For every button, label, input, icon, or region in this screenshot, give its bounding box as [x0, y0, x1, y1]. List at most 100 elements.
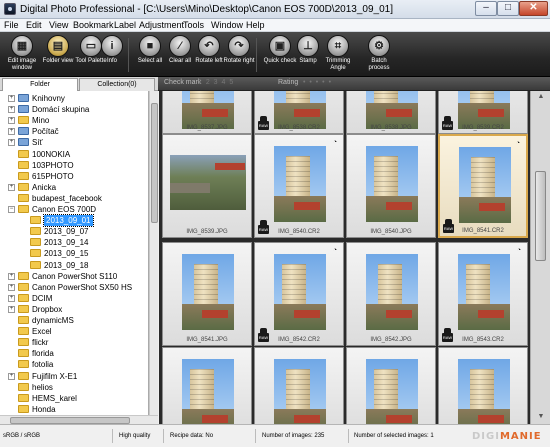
tree-item[interactable]: + Dropbox: [0, 304, 148, 315]
tree-item-label: DCIM: [32, 293, 53, 303]
clear-all-icon: ⁄: [169, 35, 191, 57]
expand-icon[interactable]: +: [8, 95, 15, 102]
tree-item[interactable]: Excel: [0, 326, 148, 337]
tree-item[interactable]: + Knihovny: [0, 93, 148, 104]
tree-item[interactable]: 2013_09_18: [0, 260, 148, 271]
folder-icon: [18, 316, 29, 324]
rotate-right-button[interactable]: ↷ Rotate right: [221, 35, 257, 77]
tree-item[interactable]: HEMS_karel: [0, 393, 148, 404]
expand-icon[interactable]: +: [8, 128, 15, 136]
thumbnail-cell[interactable]: RAW ◔ IMG_8541.CR2: [438, 134, 528, 238]
expand-icon[interactable]: +: [8, 294, 15, 302]
tree-item[interactable]: + Síť: [0, 137, 148, 148]
tree-item[interactable]: + Canon PowerShot S110: [0, 271, 148, 282]
tab-collection[interactable]: Collection(0): [79, 78, 155, 91]
thumbnail-cell[interactable]: [438, 347, 528, 424]
thumbnail-cell[interactable]: RAW ◔ IMG_8543.CR2: [438, 242, 528, 346]
tree-item[interactable]: 100NOKIA: [0, 149, 148, 160]
edit-status-icon: ◔: [515, 140, 521, 147]
expand-icon[interactable]: +: [8, 283, 15, 291]
expand-icon[interactable]: +: [8, 372, 15, 380]
tree-item[interactable]: + Domácí skupina: [0, 104, 148, 115]
info-button[interactable]: i Info: [94, 35, 130, 77]
tree-item[interactable]: florida: [0, 348, 148, 359]
batch-process-button[interactable]: ⚙ Batch process: [361, 35, 397, 77]
thumbnail-filename: IMG_8538.JPG: [370, 125, 412, 131]
tree-item[interactable]: + Anicka: [0, 182, 148, 193]
thumbnail-cell[interactable]: IMG_8542.JPG: [346, 242, 436, 346]
tree-item[interactable]: Honda: [0, 404, 148, 415]
menu-window[interactable]: Window: [211, 20, 243, 31]
tree-item[interactable]: − Canon EOS 700D: [0, 204, 148, 215]
thumbnail-cell[interactable]: RAW ◔ IMG_8542.CR2: [254, 242, 344, 346]
thumbnail-cell[interactable]: IMG_8541.JPG: [162, 242, 252, 346]
thumbnail-cell[interactable]: IMG_8537.JPG: [162, 91, 252, 134]
tree-item[interactable]: dynamicMS: [0, 315, 148, 326]
expand-icon[interactable]: +: [8, 117, 15, 125]
grid-scrollbar[interactable]: ▲ ▼: [530, 91, 550, 424]
scroll-thumb[interactable]: [10, 417, 130, 424]
maximize-button[interactable]: □: [497, 1, 519, 16]
tree-item[interactable]: + Mino: [0, 115, 148, 126]
tree-item[interactable]: budapest_facebook: [0, 193, 148, 204]
tree-item[interactable]: fotolia: [0, 359, 148, 370]
menu-label[interactable]: Label: [114, 20, 136, 31]
tree-item[interactable]: 615PHOTO: [0, 171, 148, 182]
collapse-icon[interactable]: −: [8, 206, 15, 213]
tree-item[interactable]: + DCIM: [0, 293, 148, 304]
tree-item[interactable]: 2013_09_07: [0, 226, 148, 237]
menu-edit[interactable]: Edit: [26, 20, 42, 31]
thumbnail-cell[interactable]: [162, 347, 252, 424]
folder-view-button[interactable]: ▤ Folder view: [40, 35, 76, 77]
tree-item[interactable]: flickr: [0, 337, 148, 348]
scroll-down-icon[interactable]: ▼: [536, 413, 546, 421]
scroll-up-icon[interactable]: ▲: [536, 93, 546, 101]
scroll-thumb[interactable]: [535, 171, 546, 261]
minimize-button[interactable]: –: [475, 1, 497, 16]
toolbar-separator: [256, 38, 257, 72]
menu-view[interactable]: View: [49, 20, 68, 31]
thumbnail-cell[interactable]: RAW IMG_8539.CR2: [438, 91, 528, 134]
tab-folder[interactable]: Folder: [2, 78, 78, 91]
thumbnail-cell[interactable]: RAW ◔ IMG_8540.CR2: [254, 134, 344, 238]
expand-icon[interactable]: +: [8, 106, 15, 114]
tree-item[interactable]: + Fujifilm X-E1: [0, 371, 148, 382]
thumbnail-cell[interactable]: RAW IMG_8538.CR2: [254, 91, 344, 134]
expand-icon[interactable]: +: [8, 139, 15, 147]
expand-icon[interactable]: +: [8, 272, 15, 280]
trimming-angle-button[interactable]: ⌗ Trimming Angle: [320, 35, 356, 77]
menu-adjustment[interactable]: Adjustment: [139, 20, 184, 31]
tree-item[interactable]: 2013_09_01: [0, 214, 148, 228]
tree-horizontal-scrollbar[interactable]: [0, 415, 158, 424]
menu-tools[interactable]: Tools: [183, 20, 204, 31]
tree-vertical-scrollbar[interactable]: [149, 91, 158, 415]
rotate-left-icon: ↶: [198, 35, 220, 57]
tree-item[interactable]: helios: [0, 382, 148, 393]
thumbnail-cell[interactable]: IMG_8539.JPG: [162, 134, 252, 238]
thumbnail-cell[interactable]: [346, 347, 436, 424]
trimming-angle-icon: ⌗: [327, 35, 349, 57]
thumbnail-cell[interactable]: IMG_8538.JPG: [346, 91, 436, 134]
tree-item[interactable]: + Počítač: [0, 126, 148, 137]
edit-image-button[interactable]: ▦ Edit image window: [3, 35, 41, 77]
expand-icon[interactable]: +: [8, 183, 15, 191]
tree-item[interactable]: 2013_09_15: [0, 248, 148, 259]
scroll-thumb[interactable]: [151, 103, 158, 223]
thumbnail-cell[interactable]: IMG_8540.JPG: [346, 134, 436, 238]
menu-file[interactable]: File: [4, 20, 19, 31]
rating-filter[interactable]: • • • • •: [303, 79, 332, 86]
thumbnail-cell[interactable]: [254, 347, 344, 424]
close-button[interactable]: ✕: [519, 1, 548, 16]
folder-icon: [18, 149, 29, 158]
expand-icon[interactable]: +: [8, 305, 15, 313]
check-mark-filter[interactable]: 1 2 3 4 5: [198, 79, 234, 86]
tree-item[interactable]: 2013_09_14: [0, 237, 148, 248]
thumbnail-image: [366, 359, 418, 424]
tree-item[interactable]: + Canon PowerShot SX50 HS: [0, 282, 148, 293]
tree-item[interactable]: 103PHOTO: [0, 160, 148, 171]
menu-bookmark[interactable]: Bookmark: [73, 20, 114, 31]
thumbnail-filename: IMG_8541.JPG: [186, 337, 228, 343]
folder-icon: [18, 327, 29, 336]
menu-help[interactable]: Help: [246, 20, 265, 31]
tree-item-label: Fujifilm X-E1: [32, 371, 78, 381]
